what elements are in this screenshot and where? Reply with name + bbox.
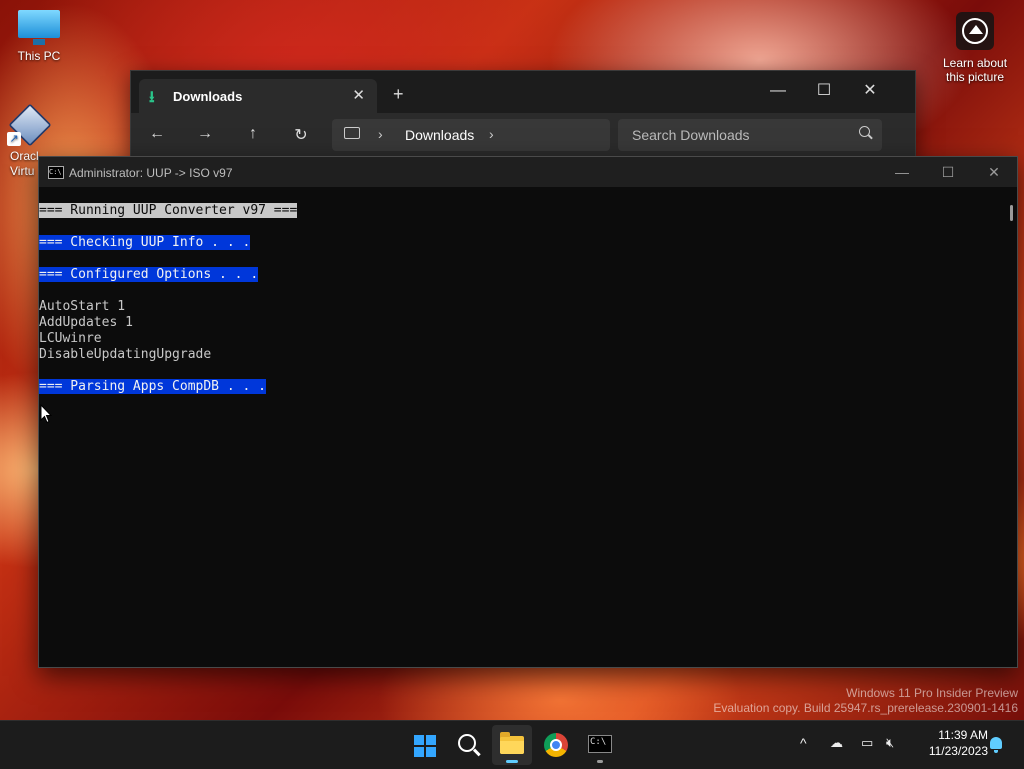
console-line: LCUwinre — [39, 331, 1001, 347]
taskbar-search-button[interactable] — [448, 725, 488, 765]
clock-date: 11/23/2023 — [928, 744, 988, 758]
cmd-title-bar[interactable]: C:\ Administrator: UUP -> ISO v97 — ☐ ✕ — [39, 157, 1017, 187]
running-indicator — [506, 760, 518, 763]
evaluation-watermark: Windows 11 Pro Insider Preview Evaluatio… — [713, 686, 1018, 716]
address-bar[interactable]: › Downloads › — [332, 119, 610, 151]
virtualbox-icon: ↗ — [7, 103, 52, 147]
start-button[interactable] — [404, 725, 444, 765]
console-line-text: AddUpdates 1 — [39, 315, 133, 330]
chevron-right-icon: › — [378, 126, 383, 142]
search-icon — [859, 126, 870, 137]
console-line: DisableUpdatingUpgrade — [39, 347, 1001, 363]
maximize-button[interactable]: ☐ — [925, 161, 971, 183]
cmd-icon: C:\ — [48, 166, 64, 179]
console-line: === Checking UUP Info . . . — [39, 235, 1001, 251]
learn-about-picture[interactable]: Learn about this picture — [940, 10, 1010, 84]
running-indicator — [597, 760, 603, 763]
new-tab-button[interactable]: + — [393, 84, 404, 105]
explorer-toolbar: ← → ↑ ↻ › Downloads › Search Downloads — [131, 113, 915, 159]
terminal-icon: C:\ — [588, 735, 612, 753]
file-explorer-window: ⭳ Downloads ✕ + — ☐ ✕ ← → ↑ ↻ › Download… — [130, 70, 916, 160]
taskbar-chrome[interactable] — [536, 725, 576, 765]
file-explorer-icon — [500, 732, 524, 754]
console-line: === Running UUP Converter v97 === — [39, 203, 1001, 219]
forward-button[interactable]: → — [193, 125, 217, 143]
console-line: === Parsing Apps CompDB . . . — [39, 379, 1001, 395]
console-output[interactable]: === Running UUP Converter v97 === === Che… — [39, 203, 1001, 667]
tab-close-button[interactable]: ✕ — [352, 86, 365, 104]
console-line: AutoStart 1 — [39, 299, 1001, 315]
console-line-text: DisableUpdatingUpgrade — [39, 347, 212, 362]
tab-downloads[interactable]: ⭳ Downloads ✕ — [139, 79, 377, 113]
cmd-window: C:\ Administrator: UUP -> ISO v97 — ☐ ✕ … — [38, 156, 1018, 668]
explorer-tab-bar: ⭳ Downloads ✕ + — ☐ ✕ — [131, 71, 915, 113]
start-icon — [414, 735, 436, 757]
camera-icon — [956, 12, 994, 50]
taskbar-terminal[interactable]: C:\ — [580, 725, 620, 765]
chevron-right-icon: › — [489, 126, 494, 142]
clock-time: 11:39 AM — [938, 728, 988, 742]
notification-bell-icon[interactable] — [990, 737, 1002, 753]
maximize-button[interactable]: ☐ — [801, 77, 847, 105]
search-input[interactable]: Search Downloads — [618, 119, 882, 151]
desktop-icon-label: This PC — [17, 49, 61, 63]
console-line-text: LCUwinre — [39, 331, 102, 346]
breadcrumb-downloads[interactable]: Downloads — [405, 127, 474, 143]
console-line-text: === Parsing Apps CompDB . . . — [39, 379, 266, 394]
minimize-button[interactable]: — — [879, 161, 925, 183]
console-line-text: === Running UUP Converter v97 === — [39, 203, 298, 218]
volume-muted-icon[interactable]: 🔇︎ — [886, 735, 894, 751]
desktop-icon-this-pc[interactable]: This PC — [1, 10, 77, 64]
tab-label: Downloads — [173, 89, 243, 104]
system-clock[interactable]: 11:39 AM 11/23/2023 — [912, 727, 988, 759]
watermark-line-2: Evaluation copy. Build 25947.rs_prerelea… — [713, 701, 1018, 715]
console-line: === Configured Options . . . — [39, 267, 1001, 283]
console-line-text: === Checking UUP Info . . . — [39, 235, 251, 250]
this-pc-icon — [344, 127, 360, 139]
console-line: AddUpdates 1 — [39, 315, 1001, 331]
download-icon: ⭳ — [149, 89, 155, 106]
onedrive-offline-icon[interactable]: ☁ — [830, 735, 843, 751]
search-icon — [458, 734, 476, 752]
chrome-icon — [544, 733, 568, 757]
close-button[interactable]: ✕ — [847, 77, 893, 105]
network-icon[interactable]: ▭ — [861, 735, 873, 751]
cmd-title: Administrator: UUP -> ISO v97 — [69, 166, 233, 180]
monitor-icon — [18, 10, 60, 46]
scrollbar-thumb[interactable] — [1010, 205, 1013, 221]
up-button[interactable]: ↑ — [241, 125, 265, 143]
refresh-button[interactable]: ↻ — [289, 125, 313, 145]
learn-about-picture-label: Learn about this picture — [942, 56, 1008, 84]
close-button[interactable]: ✕ — [971, 161, 1017, 183]
search-placeholder: Search Downloads — [632, 127, 750, 143]
taskbar-file-explorer[interactable] — [492, 725, 532, 765]
minimize-button[interactable]: — — [755, 77, 801, 105]
console-line-text: === Configured Options . . . — [39, 267, 259, 282]
tray-overflow-chevron-icon[interactable]: ^ — [800, 735, 807, 751]
back-button[interactable]: ← — [145, 125, 169, 143]
taskbar: C:\ ^ ☁ ▭ 🔇︎ 11:39 AM 11/23/2023 — [0, 720, 1024, 769]
console-line-text: AutoStart 1 — [39, 299, 126, 314]
watermark-line-1: Windows 11 Pro Insider Preview — [846, 686, 1018, 700]
